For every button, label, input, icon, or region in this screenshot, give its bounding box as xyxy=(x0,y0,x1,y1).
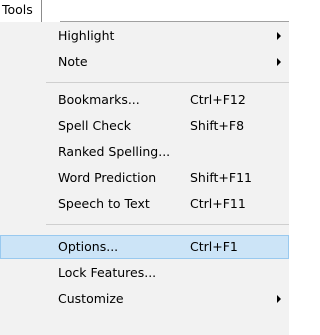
menu-item-speech-to-text[interactable]: Speech to Text Ctrl+F11 xyxy=(0,192,289,216)
menu-item-speech-to-text-label: Speech to Text xyxy=(58,196,150,211)
submenu-arrow-icon xyxy=(277,58,281,66)
menu-item-lock-features-label: Lock Features... xyxy=(58,265,157,280)
tools-dropdown-menu: Highlight Note Bookmarks... Ctrl+F12 Spe… xyxy=(0,22,289,335)
menu-item-spell-check-label: Spell Check xyxy=(58,118,131,133)
menu-item-speech-to-text-shortcut: Ctrl+F11 xyxy=(190,196,246,211)
submenu-arrow-icon xyxy=(277,32,281,40)
menu-item-spell-check-shortcut: Shift+F8 xyxy=(190,118,245,133)
menu-item-options-shortcut: Ctrl+F1 xyxy=(190,239,238,254)
menu-item-ranked-spelling-label: Ranked Spelling... xyxy=(58,144,171,159)
menu-item-note-label: Note xyxy=(58,54,88,69)
menu-tools-label: Tools xyxy=(2,2,33,17)
menu-tools[interactable]: Tools xyxy=(0,0,42,22)
menu-separator xyxy=(46,82,289,83)
menu-item-customize[interactable]: Customize xyxy=(0,287,289,311)
menu-separator xyxy=(46,224,289,225)
menu-item-lock-features[interactable]: Lock Features... xyxy=(0,261,289,285)
menu-item-highlight-label: Highlight xyxy=(58,28,115,43)
menu-item-highlight[interactable]: Highlight xyxy=(0,24,289,48)
menu-item-spell-check[interactable]: Spell Check Shift+F8 xyxy=(0,114,289,138)
tools-menu-screen: Tools Highlight Note Bookmarks... Ctrl+F… xyxy=(0,0,289,335)
menu-item-bookmarks-label: Bookmarks... xyxy=(58,92,140,107)
menu-item-word-prediction-shortcut: Shift+F11 xyxy=(190,170,252,185)
menu-item-note[interactable]: Note xyxy=(0,50,289,74)
menu-item-word-prediction[interactable]: Word Prediction Shift+F11 xyxy=(0,166,289,190)
menu-item-word-prediction-label: Word Prediction xyxy=(58,170,157,185)
menu-item-ranked-spelling[interactable]: Ranked Spelling... xyxy=(0,140,289,164)
menu-item-bookmarks-shortcut: Ctrl+F12 xyxy=(190,92,246,107)
menu-item-options-label: Options... xyxy=(58,239,119,254)
menu-item-options[interactable]: Options... Ctrl+F1 xyxy=(0,235,289,259)
menu-item-customize-label: Customize xyxy=(58,291,124,306)
menu-bar: Tools xyxy=(0,0,289,22)
menu-item-bookmarks[interactable]: Bookmarks... Ctrl+F12 xyxy=(0,88,289,112)
submenu-arrow-icon xyxy=(277,295,281,303)
